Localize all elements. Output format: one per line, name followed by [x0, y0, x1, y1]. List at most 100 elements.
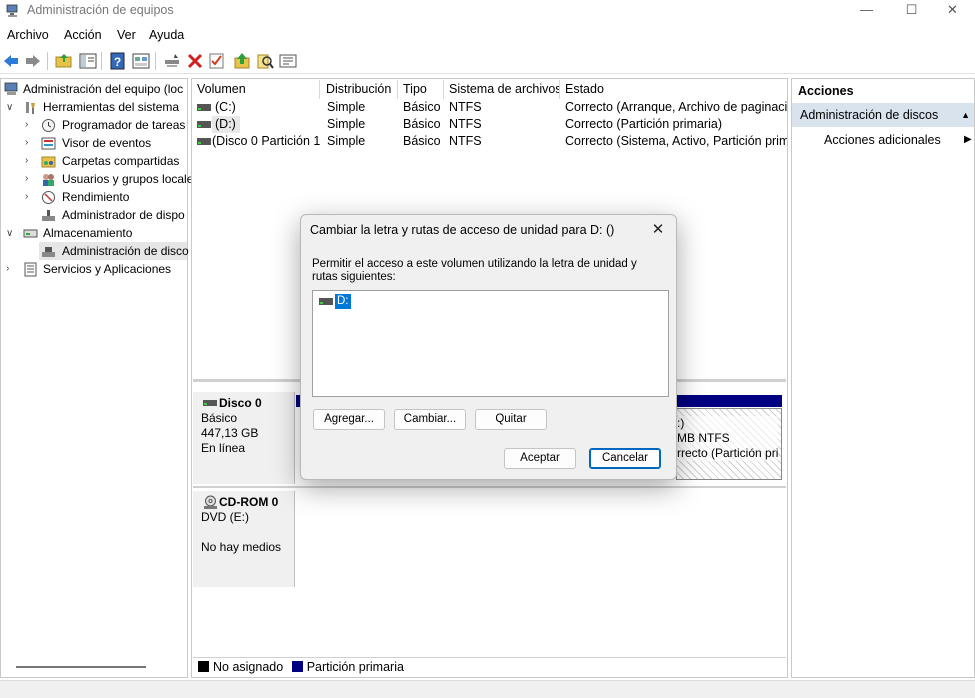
legend-swatch [291, 661, 303, 672]
drive-paths-list[interactable]: D: [312, 290, 669, 397]
chevron-down-icon[interactable]: ∨ [6, 229, 16, 239]
partition-fragment: :) [677, 416, 685, 430]
connect-icon[interactable] [163, 52, 181, 70]
status-bar [0, 680, 975, 698]
services-icon [24, 262, 37, 277]
chevron-right-icon[interactable]: › [6, 264, 16, 274]
chevron-down-icon[interactable]: ∨ [6, 103, 16, 113]
tree-item-administrador-dispositivos[interactable]: Administrador de dispo [1, 206, 187, 224]
actions-more-label: Acciones adicionales [824, 133, 941, 147]
volume-filesystem: NTFS [449, 134, 482, 148]
change-button[interactable]: Cambiar... [394, 409, 466, 430]
tree-item-label: Programador de tareas [62, 118, 186, 132]
show-hide-tree-icon[interactable] [79, 52, 97, 70]
drive-icon [197, 121, 211, 128]
actions-section-header[interactable]: Administración de discos ▲ [792, 103, 974, 127]
chevron-right-icon[interactable]: › [25, 138, 35, 148]
tree-root[interactable]: Administración del equipo (loc [1, 80, 187, 98]
chevron-right-icon[interactable]: › [25, 120, 35, 130]
column-header-volumen[interactable]: Volumen [192, 80, 320, 99]
partition-d-block[interactable]: :) MB NTFS rrecto (Partición pri [676, 408, 782, 480]
close-button[interactable]: ✕ [930, 0, 975, 22]
tree-item-servicios[interactable]: › Servicios y Aplicaciones [1, 260, 187, 278]
column-header-tipo[interactable]: Tipo [398, 80, 444, 99]
disk-name: Disco 0 [219, 396, 262, 410]
tree-item-administracion-discos[interactable]: Administración de disco [39, 242, 189, 260]
submenu-arrow-icon[interactable]: ▶ [964, 131, 972, 149]
table-row[interactable]: (Disco 0 Partición 1) Simple Básico NTFS… [192, 133, 787, 150]
disk-name: CD-ROM 0 [219, 495, 279, 509]
disk-separator [193, 486, 786, 488]
folder-up-icon[interactable] [55, 52, 73, 70]
delete-icon[interactable] [186, 52, 204, 70]
actions-more-item[interactable]: Acciones adicionales [824, 131, 941, 149]
dialog-close-icon[interactable]: ✕ [648, 220, 668, 240]
tree-item-rendimiento[interactable]: › Rendimiento [1, 188, 187, 206]
disk-0-header[interactable]: Disco 0 Básico 447,13 GB En línea [193, 392, 295, 484]
check-icon[interactable] [208, 52, 226, 70]
tree-item-almacenamiento[interactable]: ∨ Almacenamiento [1, 224, 187, 242]
chevron-right-icon[interactable]: › [25, 174, 35, 184]
menu-bar: Archivo Acción Ver Ayuda [0, 26, 975, 46]
dialog-title: Cambiar la letra y rutas de acceso de un… [310, 223, 615, 237]
list-icon[interactable] [279, 52, 297, 70]
collapse-up-icon[interactable]: ▲ [961, 103, 970, 127]
menu-ayuda[interactable]: Ayuda [149, 28, 184, 42]
cdrom-0-header[interactable]: CD-ROM 0 DVD (E:) No hay medios [193, 491, 295, 587]
tree-item-label: Administrador de dispo [62, 208, 185, 222]
volume-name: (D:) [212, 116, 240, 133]
tree-item-carpetas[interactable]: › Carpetas compartidas [1, 152, 187, 170]
back-icon[interactable] [2, 52, 20, 70]
partition-color-bar [676, 395, 782, 407]
actions-section-label: Administración de discos [800, 108, 939, 122]
tree-item-visor[interactable]: › Visor de eventos [1, 134, 187, 152]
table-row[interactable]: (D:) Simple Básico NTFS Correcto (Partic… [192, 116, 787, 133]
properties-view-icon[interactable] [132, 52, 150, 70]
tree-item-herramientas[interactable]: ∨ Herramientas del sistema [1, 98, 187, 116]
volume-status: Correcto (Partición primaria) [565, 117, 722, 131]
volume-filesystem: NTFS [449, 117, 482, 131]
disk-status: En línea [201, 441, 246, 455]
tree-item-label: Carpetas compartidas [62, 154, 180, 168]
table-row[interactable]: (C:) Simple Básico NTFS Correcto (Arranq… [192, 99, 787, 116]
add-button[interactable]: Agregar... [313, 409, 385, 430]
chevron-right-icon[interactable]: › [25, 192, 35, 202]
toolbar-separator [47, 52, 48, 70]
volume-name: (C:) [215, 100, 236, 114]
actions-title: Acciones [798, 84, 854, 98]
toolbar-separator [101, 52, 102, 70]
console-tree: Administración del equipo (loc ∨ Herrami… [0, 78, 193, 678]
device-manager-icon [42, 210, 55, 221]
chevron-right-icon[interactable]: › [25, 156, 35, 166]
forward-icon[interactable] [24, 52, 42, 70]
toolbar-separator [155, 52, 156, 70]
help-icon[interactable]: ? [109, 52, 127, 70]
volume-status: Correcto (Sistema, Activo, Partición pri… [565, 134, 787, 148]
volume-layout: Simple [327, 100, 366, 114]
disk-icon [203, 400, 217, 406]
maximize-button[interactable]: ☐ [889, 0, 934, 22]
export-up-icon[interactable] [233, 52, 251, 70]
column-header-estado[interactable]: Estado [560, 80, 787, 99]
svg-text:?: ? [114, 55, 121, 69]
column-header-distribucion[interactable]: Distribución [321, 80, 398, 99]
remove-button[interactable]: Quitar [475, 409, 547, 430]
menu-accion[interactable]: Acción [64, 28, 102, 42]
search-icon[interactable] [256, 52, 274, 70]
minimize-button[interactable]: — [844, 0, 889, 22]
storage-icon [23, 229, 38, 238]
dialog-description: Permitir el acceso a este volumen utiliz… [312, 258, 637, 283]
tree-item-programador[interactable]: › Programador de tareas [1, 116, 187, 134]
cancel-button[interactable]: Cancelar [589, 448, 661, 469]
tree-item-usuarios[interactable]: › Usuarios y grupos locale [1, 170, 193, 188]
drive-icon [197, 138, 211, 145]
tree-item-label: Rendimiento [62, 190, 130, 204]
column-header-sistema-archivos[interactable]: Sistema de archivos [444, 80, 560, 99]
legend: No asignado Partición primaria [193, 657, 786, 675]
event-viewer-icon [41, 137, 56, 150]
tree-item-label: Usuarios y grupos locale [62, 172, 194, 186]
ok-button[interactable]: Aceptar [504, 448, 576, 469]
menu-archivo[interactable]: Archivo [7, 28, 49, 42]
tree-horizontal-scrollbar[interactable] [16, 666, 146, 668]
menu-ver[interactable]: Ver [117, 28, 136, 42]
